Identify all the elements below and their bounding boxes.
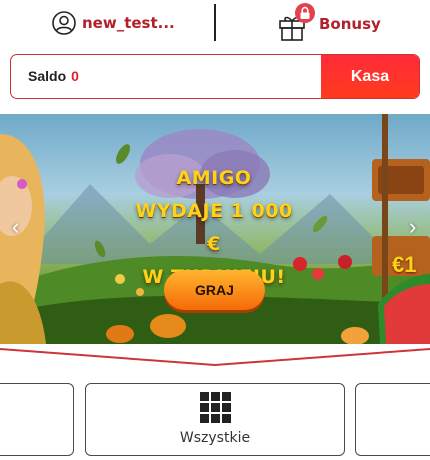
bonus-label: Bonusy — [319, 15, 381, 33]
promo-banner[interactable]: AMIGO WYDAJE 1 000 € W TURNIEJU! GRAJ €1… — [0, 114, 430, 344]
gift-icon — [277, 2, 317, 42]
username: new_test... — [82, 14, 175, 32]
balance-label: Saldo — [28, 68, 67, 84]
chevron-right-icon[interactable]: › — [409, 214, 416, 240]
balance-value: 0 — [71, 68, 79, 84]
account-button[interactable]: new_test... — [52, 7, 175, 39]
play-button[interactable]: GRAJ — [164, 270, 265, 310]
promo-line-1: AMIGO — [176, 167, 252, 189]
user-icon — [52, 11, 76, 35]
cashier-button[interactable]: Kasa — [321, 55, 419, 98]
category-tile-prev[interactable] — [0, 383, 74, 456]
header-divider — [214, 4, 216, 41]
top-bar: new_test... Bonusy — [0, 0, 430, 46]
sign-text: €1 — [392, 252, 417, 277]
chevron-left-icon[interactable]: ‹ — [12, 214, 19, 240]
balance-text: Saldo 0 — [28, 68, 79, 84]
category-label: Wszystkie — [179, 430, 251, 446]
section-separator — [0, 348, 430, 367]
category-tile-next[interactable] — [355, 383, 430, 456]
grid-icon — [200, 392, 232, 424]
lock-icon — [295, 3, 315, 23]
bonus-button[interactable]: Bonusy — [277, 2, 381, 42]
promo-line-2: WYDAJE 1 000 € — [135, 200, 293, 255]
category-tile-all[interactable]: Wszystkie — [85, 383, 345, 456]
balance-bar: Saldo 0 Kasa — [10, 54, 420, 99]
